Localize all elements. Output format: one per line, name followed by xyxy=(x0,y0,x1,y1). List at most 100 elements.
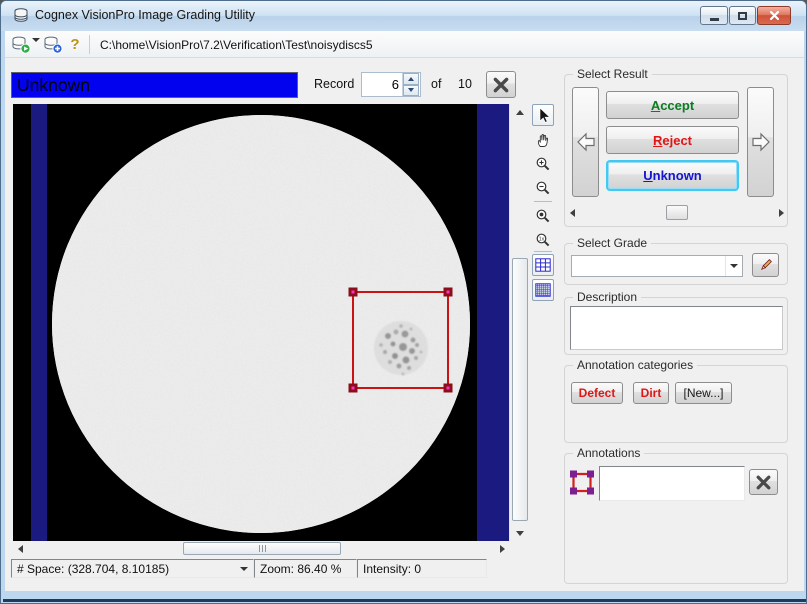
next-record-button[interactable] xyxy=(747,87,774,197)
category-new-button[interactable]: [New...] xyxy=(675,382,732,404)
titlebar: Cognex VisionPro Image Grading Utility xyxy=(1,1,806,31)
zoom-in-icon xyxy=(535,156,551,172)
unknown-button[interactable]: Unknown xyxy=(606,160,739,191)
zoom-fit-icon xyxy=(535,208,551,224)
add-database-button[interactable] xyxy=(42,34,64,55)
record-spinner xyxy=(361,72,421,97)
reject-button[interactable]: Reject xyxy=(606,126,739,154)
maximize-button[interactable] xyxy=(729,6,756,25)
image-vertical-scrollbar[interactable] xyxy=(509,104,529,541)
minimize-icon xyxy=(710,18,719,21)
annotation-text-input[interactable] xyxy=(599,466,745,501)
up-arrow-icon xyxy=(408,77,414,81)
record-spin-up[interactable] xyxy=(403,73,419,85)
zoom-fit-tool-button[interactable] xyxy=(532,205,554,227)
intensity-status: Intensity: 0 xyxy=(357,559,487,578)
zoom-status: Zoom: 86.40 % xyxy=(254,559,357,578)
category-dirt-button[interactable]: Dirt xyxy=(633,382,669,404)
accept-button[interactable]: Accept xyxy=(606,91,739,119)
scroll-right-button[interactable] xyxy=(495,541,509,556)
grade-combobox[interactable] xyxy=(571,255,743,277)
grid-icon xyxy=(535,258,551,272)
open-database-icon xyxy=(11,36,31,54)
pan-tool-button[interactable] xyxy=(532,129,554,151)
space-selector[interactable]: # Space: (328.704, 8.10185) xyxy=(11,559,254,578)
left-arrow-icon xyxy=(576,131,596,153)
add-database-icon xyxy=(43,36,63,54)
chevron-down-icon xyxy=(32,38,40,59)
record-label: Record xyxy=(314,77,354,91)
up-arrow-icon xyxy=(516,110,524,115)
right-side-bar xyxy=(477,104,509,541)
select-grade-group: Select Grade xyxy=(564,243,788,285)
pointer-icon xyxy=(535,107,551,123)
horizontal-scroll-thumb[interactable] xyxy=(183,542,341,555)
space-value: # Space: (328.704, 8.10185) xyxy=(17,562,169,576)
accept-label: Accept xyxy=(651,98,694,113)
record-slider-thumb[interactable] xyxy=(666,205,688,220)
edit-grade-button[interactable] xyxy=(752,253,779,277)
annotation-categories-title: Annotation categories xyxy=(573,358,697,372)
reject-label: Reject xyxy=(653,133,692,148)
rectangle-annotation-icon xyxy=(569,467,595,502)
zoom-1x-icon: 1x xyxy=(535,232,551,248)
result-banner: Unknown xyxy=(11,72,298,98)
previous-record-button[interactable] xyxy=(572,87,599,197)
svg-text:1x: 1x xyxy=(539,237,545,243)
open-database-button[interactable] xyxy=(10,34,32,55)
right-arrow-icon xyxy=(751,131,771,153)
tool-separator xyxy=(534,251,552,252)
intensity-value: Intensity: 0 xyxy=(363,562,421,576)
grid-tool-button[interactable] xyxy=(532,254,554,276)
close-icon xyxy=(769,10,780,21)
record-input[interactable] xyxy=(362,73,402,96)
chevron-down-icon xyxy=(730,264,738,268)
dirt-label: Dirt xyxy=(641,386,662,400)
tool-separator xyxy=(534,201,552,202)
left-arrow-icon xyxy=(18,545,23,553)
description-textarea[interactable] xyxy=(570,306,783,350)
zoom-out-tool-button[interactable] xyxy=(532,177,554,199)
minimize-button[interactable] xyxy=(700,6,728,25)
annotations-title: Annotations xyxy=(573,446,644,460)
scroll-down-button[interactable] xyxy=(510,525,530,541)
scroll-left-button[interactable] xyxy=(13,541,27,556)
description-group: Description xyxy=(564,297,788,355)
pan-hand-icon xyxy=(535,132,551,148)
app-database-icon[interactable] xyxy=(13,8,29,28)
close-x-icon xyxy=(755,474,772,491)
down-arrow-icon xyxy=(516,531,524,536)
delete-annotation-button[interactable] xyxy=(749,469,778,495)
help-button[interactable]: ? xyxy=(64,34,86,55)
image-canvas[interactable] xyxy=(13,104,509,541)
of-label: of xyxy=(431,77,441,91)
fine-grid-tool-button[interactable] xyxy=(532,279,554,301)
annotations-group: Annotations xyxy=(564,453,788,584)
new-category-label: [New...] xyxy=(683,386,723,400)
database-path: C:\home\VisionPro\7.2\Verification\Test\… xyxy=(100,38,373,52)
record-slider[interactable] xyxy=(570,205,784,221)
delete-record-button[interactable] xyxy=(486,71,516,98)
zoom-in-tool-button[interactable] xyxy=(532,153,554,175)
category-defect-button[interactable]: Defect xyxy=(571,382,623,404)
annotation-categories-group: Annotation categories Defect Dirt [New..… xyxy=(564,365,788,443)
pencil-icon xyxy=(759,258,773,272)
close-button[interactable] xyxy=(757,6,791,25)
scroll-up-button[interactable] xyxy=(510,104,530,120)
select-grade-title: Select Grade xyxy=(573,236,651,250)
pointer-tool-button[interactable] xyxy=(532,104,554,126)
close-x-icon xyxy=(492,76,510,94)
vertical-scroll-thumb[interactable] xyxy=(512,258,528,521)
app-window: Cognex VisionPro Image Grading Utility xyxy=(0,0,807,604)
zoom-1x-tool-button[interactable]: 1x xyxy=(532,229,554,251)
left-arrow-icon[interactable] xyxy=(570,209,575,217)
right-arrow-icon[interactable] xyxy=(779,209,784,217)
description-title: Description xyxy=(573,290,641,304)
window-frame-bottom xyxy=(1,591,807,604)
record-spin-down[interactable] xyxy=(403,85,419,97)
window-title: Cognex VisionPro Image Grading Utility xyxy=(35,8,255,22)
combo-dropdown-button[interactable] xyxy=(725,256,742,276)
zoom-value: Zoom: 86.40 % xyxy=(260,562,341,576)
down-arrow-icon xyxy=(408,88,414,92)
image-horizontal-scrollbar[interactable] xyxy=(13,541,509,556)
